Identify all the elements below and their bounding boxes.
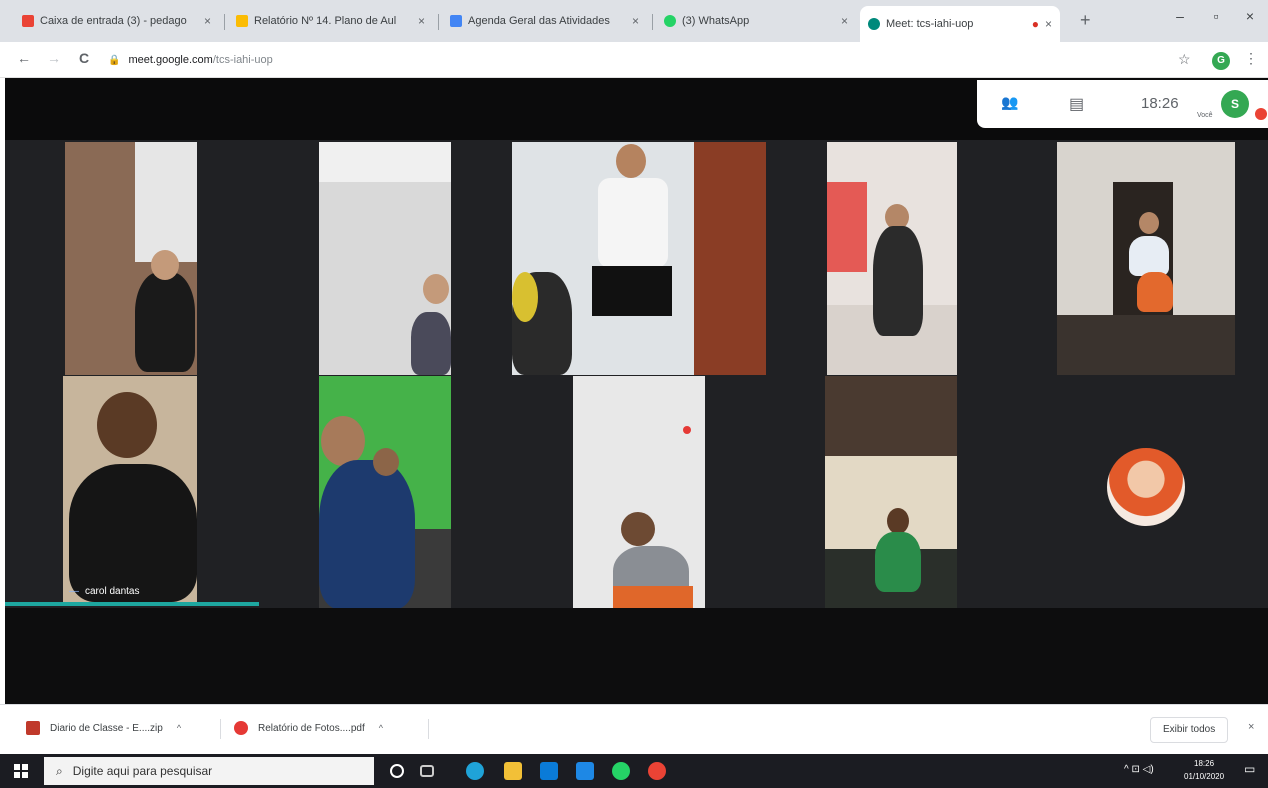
- edge-icon[interactable]: [466, 762, 484, 780]
- gmail-icon: [22, 15, 34, 27]
- download-label: Relatório de Fotos....pdf: [258, 722, 365, 734]
- store-icon[interactable]: [540, 762, 558, 780]
- search-placeholder: Digite aqui para pesquisar: [72, 764, 213, 778]
- chevron-up-icon[interactable]: ^: [177, 723, 181, 733]
- bookmark-star-icon[interactable]: ☆: [1178, 51, 1191, 68]
- taskbar-clock[interactable]: 18:26 01/10/2020: [1184, 757, 1224, 783]
- file-explorer-icon[interactable]: [504, 762, 522, 780]
- tab-meet[interactable]: Meet: tcs-iahi-uop ● ×: [860, 6, 1060, 42]
- browser-tab-strip: Caixa de entrada (3) - pedago × Relatóri…: [0, 0, 1268, 42]
- clock-date: 01/10/2020: [1184, 772, 1225, 781]
- download-item[interactable]: Relatório de Fotos....pdf ^: [234, 721, 383, 735]
- back-button[interactable]: ←: [14, 50, 34, 66]
- user-avatar[interactable]: S: [1221, 90, 1249, 118]
- tab-agenda[interactable]: Agenda Geral das Atividades ×: [442, 6, 647, 36]
- video-tile[interactable]: [1057, 142, 1235, 375]
- show-all-downloads-button[interactable]: Exibir todos: [1150, 717, 1229, 743]
- participant-avatar[interactable]: [1107, 448, 1185, 526]
- cortana-icon[interactable]: [390, 764, 404, 778]
- url-host: meet.google.com: [128, 54, 213, 66]
- download-label: Diario de Classe - E....zip: [50, 722, 163, 734]
- close-icon[interactable]: ×: [418, 14, 425, 28]
- chrome-icon[interactable]: [648, 762, 666, 780]
- tab-whatsapp[interactable]: (3) WhatsApp ×: [656, 6, 856, 36]
- windows-taskbar: ⌕ Digite aqui para pesquisar ^ ⊡ ◁) 18:2…: [0, 754, 1268, 788]
- mail-icon[interactable]: [576, 762, 594, 780]
- meet-video-grid: 👥 ▤ 18:26 Você S — carol dantas: [5, 78, 1268, 704]
- meet-info-panel: 👥 ▤ 18:26 Você S: [977, 80, 1268, 128]
- video-tile[interactable]: [573, 376, 705, 609]
- tab-title: Caixa de entrada (3) - pedago: [40, 15, 187, 27]
- people-icon[interactable]: 👥: [1001, 94, 1018, 111]
- system-tray-icons[interactable]: ^ ⊡ ◁): [1124, 764, 1154, 775]
- reload-button[interactable]: C: [74, 50, 94, 66]
- drive-icon: [236, 15, 248, 27]
- downloads-bar: Diario de Classe - E....zip ^ Relatório …: [0, 704, 1268, 754]
- notifications-icon[interactable]: ▭: [1244, 762, 1255, 776]
- minimize-button[interactable]: –: [1160, 8, 1200, 24]
- tab-gmail[interactable]: Caixa de entrada (3) - pedago ×: [14, 6, 219, 36]
- video-tile[interactable]: — carol dantas: [63, 376, 197, 602]
- meet-icon: [868, 18, 880, 30]
- tab-title: (3) WhatsApp: [682, 15, 750, 27]
- participant-name-tag: — carol dantas: [63, 580, 197, 602]
- close-icon[interactable]: ×: [204, 14, 211, 28]
- tab-title: Agenda Geral das Atividades: [468, 15, 610, 27]
- clock-time: 18:26: [1194, 759, 1215, 768]
- recording-dot-icon: ●: [1031, 17, 1039, 31]
- close-window-button[interactable]: ×: [1230, 8, 1268, 24]
- lock-icon: 🔒: [108, 54, 121, 66]
- close-downloads-button[interactable]: ×: [1248, 721, 1254, 733]
- task-view-icon[interactable]: [420, 765, 434, 777]
- you-label: Você: [1197, 112, 1213, 119]
- video-tile[interactable]: [827, 142, 957, 375]
- active-speaker-bar: [5, 602, 259, 606]
- close-icon[interactable]: ×: [632, 14, 639, 28]
- search-icon: ⌕: [56, 763, 63, 778]
- browser-menu-icon[interactable]: ⋮: [1244, 50, 1258, 67]
- tab-relatorio[interactable]: Relatório Nº 14. Plano de Aul ×: [228, 6, 433, 36]
- address-bar[interactable]: 🔒 meet.google.com /tcs-iahi-uop: [108, 48, 1168, 72]
- video-tile[interactable]: [319, 376, 451, 609]
- windows-start-icon[interactable]: [14, 764, 28, 778]
- meeting-time: 18:26: [1141, 95, 1179, 112]
- chat-icon[interactable]: ▤: [1069, 94, 1084, 114]
- new-tab-button[interactable]: +: [1080, 10, 1091, 31]
- video-tile[interactable]: [65, 142, 197, 375]
- meet-bottom-band: [5, 608, 1268, 704]
- video-tile[interactable]: [825, 376, 957, 609]
- tab-title: Relatório Nº 14. Plano de Aul: [254, 15, 397, 27]
- chevron-up-icon[interactable]: ^: [379, 723, 383, 733]
- whatsapp-icon[interactable]: [612, 762, 630, 780]
- browser-toolbar: ← → C 🔒 meet.google.com /tcs-iahi-uop ☆ …: [0, 42, 1268, 78]
- close-icon[interactable]: ×: [1045, 17, 1052, 31]
- taskbar-search-input[interactable]: ⌕ Digite aqui para pesquisar: [44, 757, 374, 785]
- docs-icon: [450, 15, 462, 27]
- forward-button[interactable]: →: [44, 50, 64, 66]
- video-tile[interactable]: [319, 142, 451, 375]
- pdf-icon: [234, 721, 248, 735]
- whatsapp-icon: [664, 15, 676, 27]
- video-tile[interactable]: [512, 142, 766, 375]
- download-item[interactable]: Diario de Classe - E....zip ^: [26, 721, 181, 735]
- profile-avatar[interactable]: G: [1212, 52, 1230, 70]
- tab-title: Meet: tcs-iahi-uop: [886, 18, 974, 30]
- participant-name: carol dantas: [85, 585, 140, 597]
- archive-icon: [26, 721, 40, 735]
- url-path: /tcs-iahi-uop: [212, 54, 273, 66]
- notification-badge: [1255, 108, 1267, 120]
- close-icon[interactable]: ×: [841, 14, 848, 28]
- speaking-indicator-icon: —: [69, 585, 79, 597]
